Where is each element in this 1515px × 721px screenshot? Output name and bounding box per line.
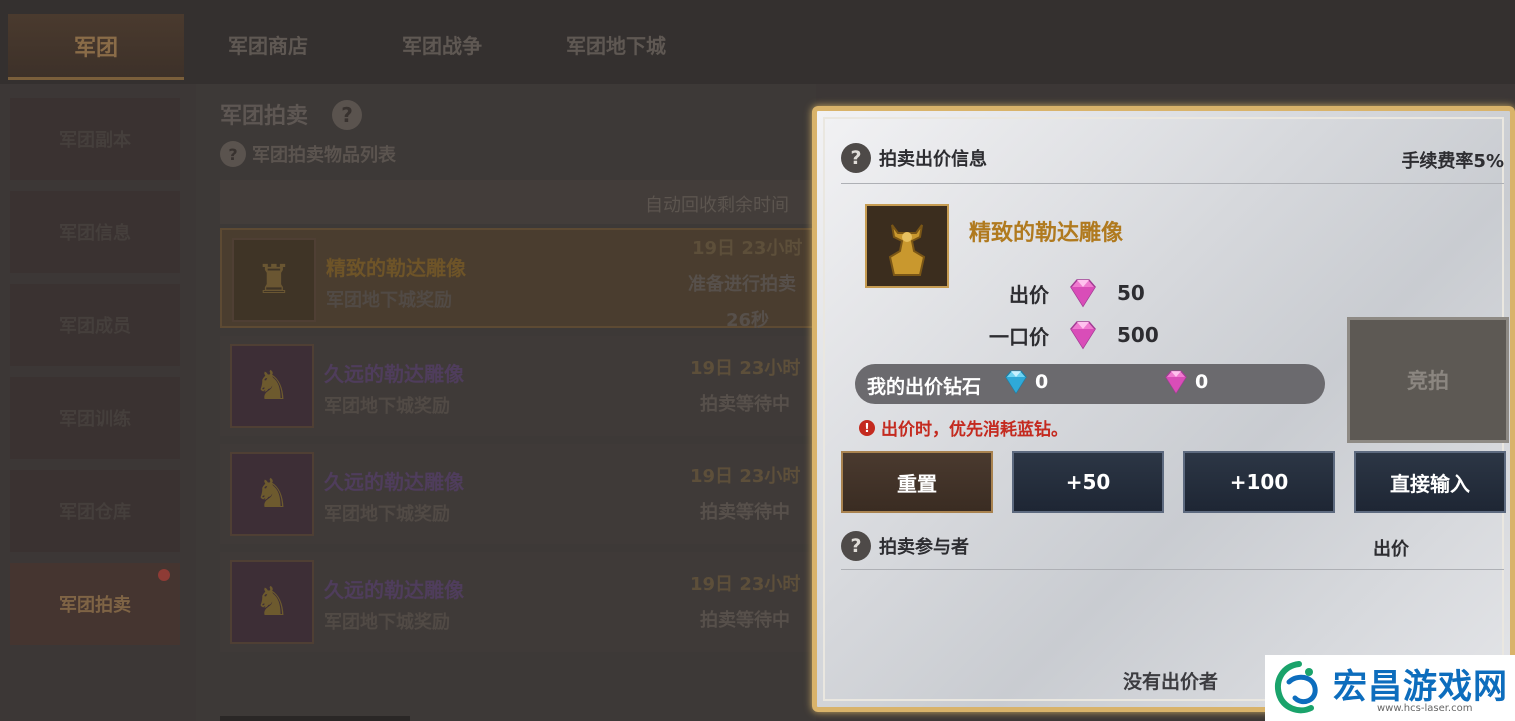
list-subtitle-text: 军团拍卖物品列表 bbox=[252, 145, 396, 166]
item-source: 军团地下城奖励 bbox=[324, 396, 450, 417]
item-time: 19日 23小时 bbox=[692, 238, 803, 259]
item-time: 19日 23小时 bbox=[690, 466, 801, 487]
sidebar-item-label: 军团信息 bbox=[59, 223, 131, 244]
pink-diamond-balance: 0 bbox=[1161, 368, 1208, 396]
tab-legion-war[interactable]: 军团战争 bbox=[402, 30, 482, 59]
item-name: 久远的勒达雕像 bbox=[324, 362, 464, 386]
blue-diamond-balance: 0 bbox=[1001, 368, 1048, 396]
sidebar-item-label: 军团仓库 bbox=[59, 502, 131, 523]
sidebar-item-training[interactable]: 军团训练 bbox=[10, 377, 180, 459]
help-icon[interactable]: ? bbox=[332, 100, 362, 130]
warning-message: ! 出价时，优先消耗蓝钻。 bbox=[859, 415, 1068, 440]
warning-text: 出价时，优先消耗蓝钻。 bbox=[881, 420, 1068, 440]
item-time: 19日 23小时 bbox=[690, 358, 801, 379]
tab-legion[interactable]: 军团 bbox=[8, 14, 184, 80]
my-bid-diamonds-bar: 我的出价钻石 0 0 bbox=[855, 364, 1325, 404]
sidebar-item-label: 军团拍卖 bbox=[59, 595, 131, 616]
dragon-logo-icon bbox=[1275, 661, 1318, 714]
sidebar-item-label: 军团训练 bbox=[59, 409, 131, 430]
divider bbox=[841, 569, 1504, 570]
bid-value: 50 bbox=[1117, 281, 1145, 305]
statue-item-icon: ♞ bbox=[230, 560, 314, 644]
item-name: 久远的勒达雕像 bbox=[324, 470, 464, 494]
tab-legion-shop[interactable]: 军团商店 bbox=[228, 30, 308, 59]
direct-input-button[interactable]: 直接输入 bbox=[1354, 451, 1506, 513]
fee-rate: 手续费率5% bbox=[1401, 151, 1504, 172]
participants-bid-column: 出价 bbox=[1373, 539, 1409, 560]
item-status: 拍卖等待中 bbox=[700, 394, 790, 415]
sidebar-item-auction[interactable]: 军团拍卖 bbox=[10, 563, 180, 645]
sidebar-item-raid[interactable]: 军团副本 bbox=[10, 98, 180, 180]
sidebar-item-label: 军团副本 bbox=[59, 130, 131, 151]
participants-header: ? 拍卖参与者 bbox=[841, 531, 969, 561]
item-name: 精致的勒达雕像 bbox=[326, 256, 466, 280]
plus-50-button[interactable]: +50 bbox=[1012, 451, 1164, 513]
watermark-url: www.hcs-laser.com bbox=[1377, 703, 1473, 714]
bid-info-title: 拍卖出价信息 bbox=[879, 149, 987, 170]
pink-diamond-icon bbox=[1070, 321, 1096, 350]
plus-100-button[interactable]: +100 bbox=[1183, 451, 1335, 513]
list-item[interactable]: ♜ 精致的勒达雕像 军团地下城奖励 19日 23小时 准备进行拍卖 26秒 bbox=[220, 228, 816, 331]
list-item[interactable]: ♞ 久远的勒达雕像 军团地下城奖励 19日 23小时 拍卖等待中 bbox=[220, 444, 816, 544]
column-header-time: 自动回收剩余时间 bbox=[645, 195, 789, 216]
buyout-row: 一口价 500 bbox=[989, 319, 1159, 351]
participants-title: 拍卖参与者 bbox=[879, 537, 969, 558]
statue-item-icon bbox=[865, 204, 949, 288]
sidebar-item-info[interactable]: 军团信息 bbox=[10, 191, 180, 273]
statue-item-icon: ♞ bbox=[230, 452, 314, 536]
list-subtitle: ? 军团拍卖物品列表 bbox=[220, 141, 396, 167]
notification-dot bbox=[158, 569, 170, 581]
item-time: 19日 23小时 bbox=[690, 574, 801, 595]
buyout-label: 一口价 bbox=[989, 324, 1049, 349]
list-item[interactable]: ♞ 久远的勒达雕像 军团地下城奖励 19日 23小时 拍卖等待中 bbox=[220, 552, 816, 652]
reset-button[interactable]: 重置 bbox=[841, 451, 993, 513]
pink-diamond-count: 0 bbox=[1195, 371, 1209, 393]
bid-panel: ? 拍卖出价信息 手续费率5% 精致的勒达雕像 出价 50 一口价 500 我的… bbox=[812, 106, 1515, 712]
sidebar-item-warehouse[interactable]: 军团仓库 bbox=[10, 470, 180, 552]
warning-icon: ! bbox=[859, 419, 875, 436]
item-name: 久远的勒达雕像 bbox=[324, 578, 464, 602]
item-source: 军团地下城奖励 bbox=[324, 612, 450, 633]
statue-item-icon: ♞ bbox=[230, 344, 314, 428]
bid-info-header: ? 拍卖出价信息 bbox=[841, 143, 987, 173]
item-status: 准备进行拍卖 bbox=[688, 274, 796, 295]
item-name: 精致的勒达雕像 bbox=[969, 221, 1124, 246]
sidebar-item-members[interactable]: 军团成员 bbox=[10, 284, 180, 366]
buyout-value: 500 bbox=[1117, 323, 1159, 347]
item-status: 拍卖等待中 bbox=[700, 502, 790, 523]
blue-diamond-count: 0 bbox=[1035, 371, 1049, 393]
tab-legion-dungeon[interactable]: 军团地下城 bbox=[566, 30, 666, 59]
item-source: 军团地下城奖励 bbox=[324, 504, 450, 525]
item-source: 军团地下城奖励 bbox=[326, 290, 452, 311]
my-bid-label: 我的出价钻石 bbox=[867, 376, 982, 398]
divider bbox=[841, 183, 1504, 184]
watermark: 宏昌游戏网 www.hcs-laser.com bbox=[1265, 655, 1515, 721]
bid-label: 出价 bbox=[1009, 282, 1049, 307]
pink-diamond-icon bbox=[1070, 279, 1096, 308]
item-countdown: 26秒 bbox=[726, 310, 770, 331]
help-icon[interactable]: ? bbox=[841, 143, 871, 173]
page-title: 军团拍卖 bbox=[220, 104, 309, 129]
bid-button[interactable]: 竞拍 bbox=[1347, 317, 1509, 443]
current-bid-row: 出价 50 bbox=[989, 277, 1145, 309]
list-item[interactable]: ♞ 久远的勒达雕像 军团地下城奖励 19日 23小时 拍卖等待中 bbox=[220, 336, 816, 436]
list-scrollbar[interactable] bbox=[220, 716, 410, 721]
statue-item-icon: ♜ bbox=[232, 238, 316, 322]
no-bidders-text: 没有出价者 bbox=[1123, 671, 1219, 693]
item-status: 拍卖等待中 bbox=[700, 610, 790, 631]
pink-diamond-icon bbox=[1165, 370, 1187, 395]
watermark-title: 宏昌游戏网 bbox=[1333, 667, 1508, 707]
blue-diamond-icon bbox=[1005, 370, 1027, 395]
help-icon[interactable]: ? bbox=[841, 531, 871, 561]
help-icon[interactable]: ? bbox=[220, 141, 246, 167]
sidebar-item-label: 军团成员 bbox=[59, 316, 131, 337]
